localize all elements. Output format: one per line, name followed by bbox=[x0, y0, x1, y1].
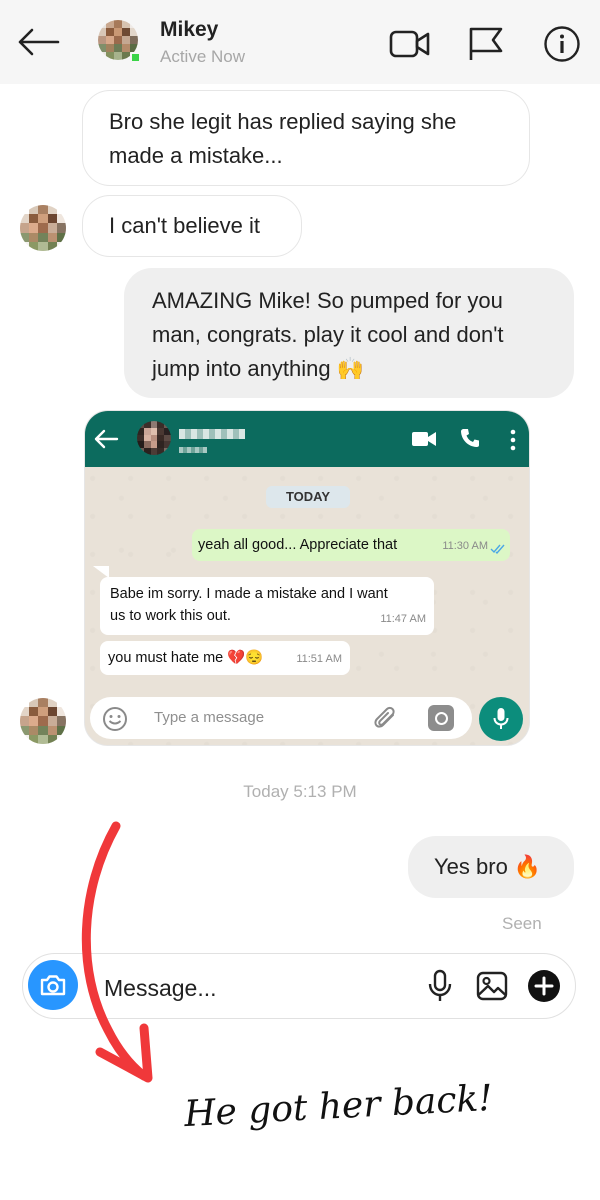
video-camera-icon bbox=[389, 30, 430, 58]
message-text: Yes bro 🔥 bbox=[434, 854, 542, 879]
image-icon bbox=[476, 971, 508, 1001]
back-button[interactable] bbox=[14, 22, 62, 62]
back-arrow-icon bbox=[18, 28, 60, 56]
more-options-icon bbox=[510, 429, 516, 451]
contact-status: Active Now bbox=[160, 47, 246, 66]
whatsapp-incoming-message: you must hate me 💔😔 11:51 AM bbox=[100, 641, 350, 675]
message-time: 11:51 AM bbox=[296, 653, 342, 665]
incoming-message-bubble[interactable]: Bro she legit has replied saying she mad… bbox=[82, 90, 530, 186]
camera-icon bbox=[428, 705, 454, 731]
message-text-line: jump into anything 🙌 bbox=[152, 356, 365, 381]
conversation-timestamp: Today 5:13 PM bbox=[243, 782, 357, 801]
online-indicator bbox=[130, 52, 141, 63]
message-text-line: man, congrats. play it cool and don't bbox=[152, 322, 504, 347]
outgoing-message-bubble[interactable]: Yes bro 🔥 bbox=[408, 836, 574, 898]
outgoing-message-bubble[interactable]: AMAZING Mike! So pumped for you man, con… bbox=[124, 268, 574, 398]
message-time: 11:30 AM bbox=[442, 540, 488, 552]
message-text-line: Babe im sorry. I made a mistake and I wa… bbox=[110, 586, 388, 602]
voice-message-button[interactable] bbox=[422, 968, 458, 1004]
caption-text: He got her back! bbox=[183, 1077, 494, 1136]
blurred-contact-status bbox=[179, 447, 207, 453]
flag-icon bbox=[469, 27, 503, 60]
whatsapp-message-input: Type a message bbox=[90, 697, 472, 739]
microphone-icon bbox=[493, 708, 509, 729]
message-text-line: made a mistake... bbox=[109, 143, 283, 168]
video-call-button[interactable] bbox=[388, 22, 432, 66]
gallery-button[interactable] bbox=[474, 968, 510, 1004]
message-text: I can't believe it bbox=[109, 213, 260, 238]
incoming-message-bubble[interactable]: I can't believe it bbox=[82, 195, 302, 257]
chat-header: Mikey Active Now bbox=[0, 0, 600, 84]
message-time: 11:47 AM bbox=[380, 613, 426, 625]
emoji-icon bbox=[103, 707, 127, 731]
whatsapp-mic-button bbox=[479, 697, 523, 741]
sender-avatar[interactable] bbox=[20, 698, 66, 744]
report-button[interactable] bbox=[464, 22, 508, 66]
input-placeholder: Type a message bbox=[154, 709, 265, 726]
info-icon bbox=[544, 26, 580, 62]
message-text-line: us to work this out. bbox=[110, 608, 231, 624]
whatsapp-header bbox=[85, 411, 529, 467]
info-button[interactable] bbox=[540, 22, 584, 66]
contact-name[interactable]: Mikey bbox=[160, 18, 218, 42]
whatsapp-contact-avatar bbox=[137, 421, 171, 455]
microphone-icon bbox=[428, 969, 452, 1001]
blurred-contact-name bbox=[179, 429, 245, 439]
sender-avatar[interactable] bbox=[20, 205, 66, 251]
message-text-line: AMAZING Mike! So pumped for you bbox=[152, 288, 503, 313]
back-arrow-icon bbox=[94, 429, 119, 449]
whatsapp-outgoing-message: yeah all good... Appreciate that 11:30 A… bbox=[192, 529, 510, 561]
video-camera-icon bbox=[412, 432, 436, 446]
whatsapp-incoming-message: Babe im sorry. I made a mistake and I wa… bbox=[100, 577, 434, 635]
curved-arrow-icon bbox=[81, 821, 153, 1083]
phone-icon bbox=[461, 429, 479, 447]
message-text: yeah all good... Appreciate that bbox=[198, 537, 398, 553]
message-text: you must hate me 💔😔 bbox=[108, 650, 264, 666]
plus-icon bbox=[528, 970, 560, 1002]
seen-indicator: Seen bbox=[502, 914, 542, 933]
message-text-line: Bro she legit has replied saying she bbox=[109, 109, 457, 134]
more-button[interactable] bbox=[526, 968, 562, 1004]
double-check-icon bbox=[490, 544, 505, 554]
attachment-icon bbox=[374, 706, 395, 728]
date-label: TODAY bbox=[266, 486, 350, 508]
